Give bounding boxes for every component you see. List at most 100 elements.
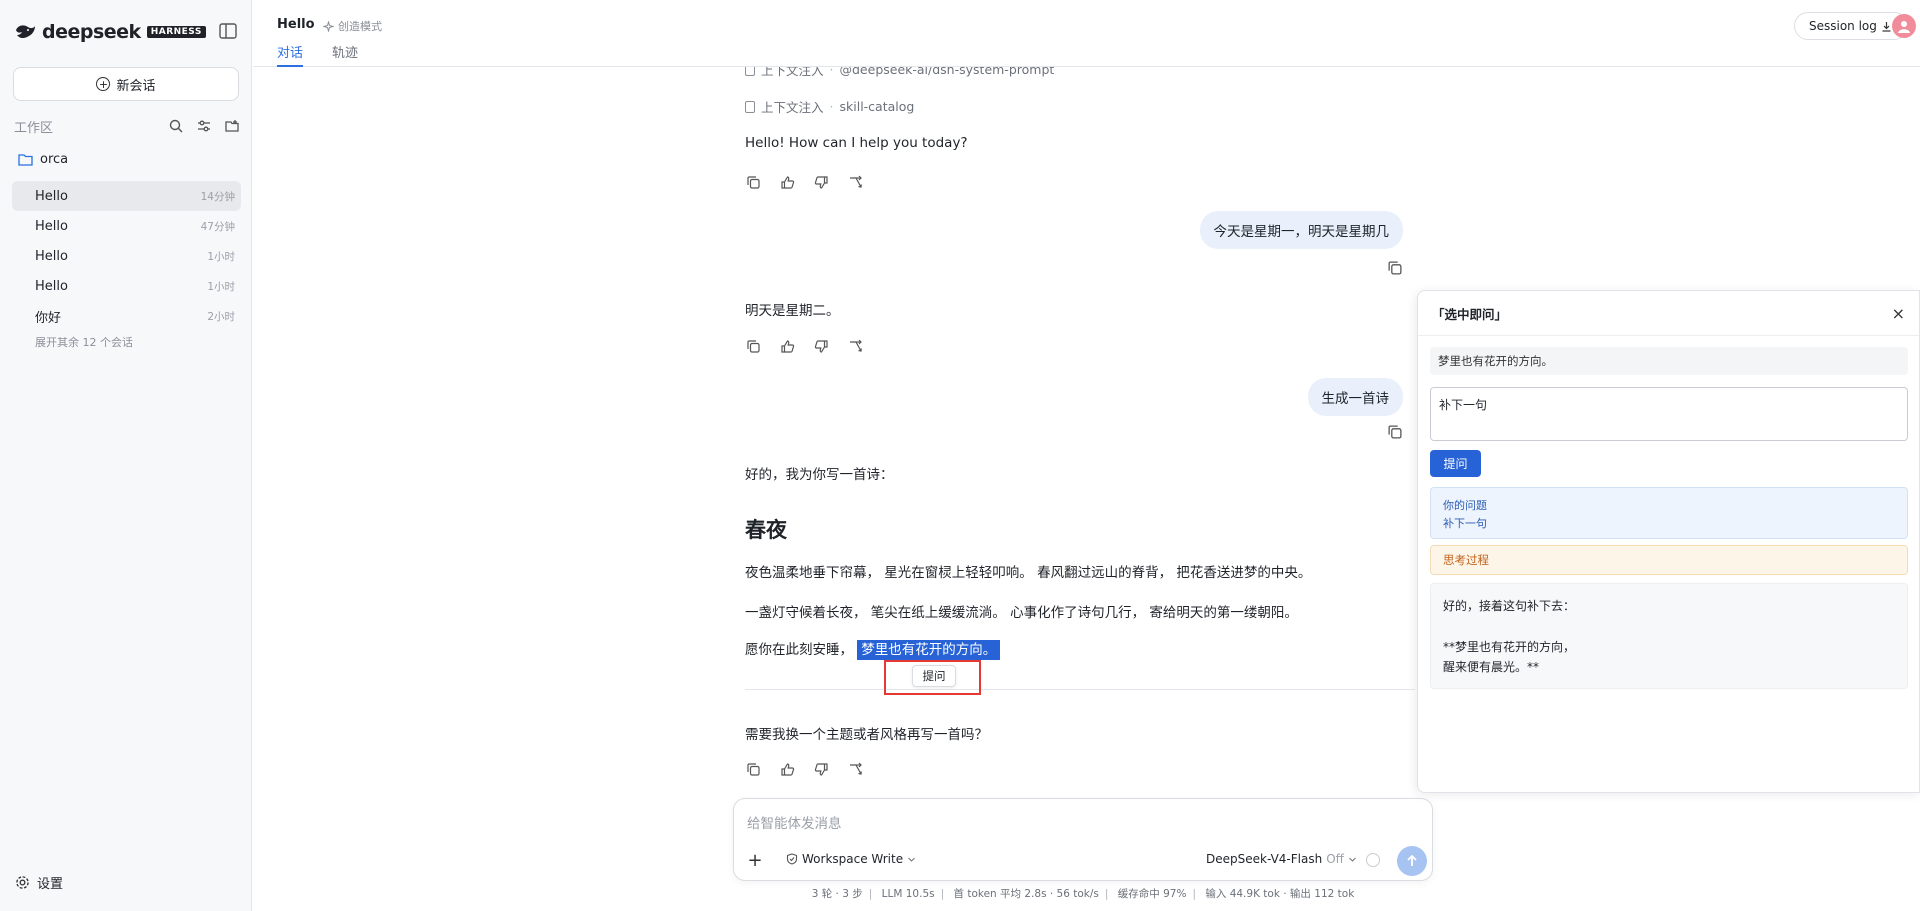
- user-message: 今天是星期一，明天是星期几: [1199, 211, 1403, 249]
- permission-label: Workspace Write: [802, 852, 904, 866]
- copy-icon[interactable]: [745, 338, 762, 355]
- tab-conversation[interactable]: 对话: [277, 42, 304, 67]
- inject-source: @deepseek-ai/dsh-system-prompt: [839, 67, 1055, 77]
- session-item[interactable]: Hello 14分钟: [12, 181, 241, 211]
- branch-icon[interactable]: [847, 174, 864, 191]
- session-log-button[interactable]: Session log: [1794, 12, 1908, 40]
- new-chat-label: 新会话: [116, 78, 156, 94]
- inject-label: 上下文注入: [761, 100, 824, 115]
- thumbs-down-icon[interactable]: [813, 338, 830, 355]
- settings-label: 设置: [37, 877, 64, 892]
- ask-submit-button[interactable]: 提问: [1430, 450, 1481, 477]
- context-inject-row: 上下文注入 · skill-catalog: [745, 97, 914, 116]
- add-attachment-icon[interactable]: +: [743, 848, 767, 872]
- project-orca[interactable]: orca: [18, 152, 68, 167]
- answer-line: 好的，接着这句补下去：: [1443, 599, 1576, 613]
- folder-icon: [18, 154, 33, 166]
- session-title: 你好: [35, 310, 62, 326]
- brand-name: deepseek: [42, 21, 141, 43]
- plus-circle-icon: +: [96, 77, 111, 91]
- page-title: Hello: [277, 17, 315, 32]
- message-actions: [745, 761, 864, 778]
- top-bar: Hello 创造模式 对话 轨迹 Session log: [253, 0, 1920, 67]
- thumbs-up-icon[interactable]: [779, 174, 796, 191]
- avatar[interactable]: [1892, 14, 1916, 38]
- download-icon: [1882, 21, 1891, 32]
- project-name: orca: [40, 152, 69, 167]
- answer-card: 好的，接着这句补下去： **梦里也有花开的方向， 醒来便有晨光。**: [1430, 583, 1908, 689]
- message-actions: [745, 338, 864, 355]
- assistant-message: Hello! How can I help you today?: [745, 135, 968, 151]
- quoted-selection: 梦里也有花开的方向。: [1430, 347, 1908, 375]
- inject-label: 上下文注入: [761, 67, 824, 78]
- search-icon[interactable]: [168, 118, 184, 134]
- close-icon[interactable]: ×: [1892, 304, 1905, 323]
- session-time: 1小时: [207, 280, 235, 293]
- brand[interactable]: deepseek HARNESS: [14, 20, 206, 44]
- session-title: Hello: [35, 218, 68, 234]
- sidebar-toggle-icon[interactable]: [218, 22, 238, 40]
- thumbs-down-icon[interactable]: [813, 761, 830, 778]
- your-question-label: 你的问题: [1443, 499, 1487, 512]
- composer: 给智能体发消息 + Workspace Write DeepSeek-V4-Fl…: [733, 798, 1433, 881]
- copy-icon[interactable]: [1387, 260, 1403, 276]
- settings-button[interactable]: 设置: [15, 873, 63, 892]
- inject-source: skill-catalog: [839, 99, 915, 114]
- select-to-ask-panel: 「选中即问」 × 梦里也有花开的方向。 补下一句 提问 你的问题 补下一句 思考…: [1417, 290, 1920, 793]
- session-item[interactable]: 你好 2小时: [12, 301, 241, 331]
- sparkle-icon: [323, 20, 334, 32]
- document-icon: [745, 100, 755, 113]
- chevron-down-icon: [908, 857, 915, 862]
- thinking-process-toggle[interactable]: 思考过程: [1430, 545, 1908, 575]
- new-chat-button[interactable]: + 新会话: [13, 67, 239, 101]
- workspace-header: 工作区: [14, 116, 240, 136]
- status-cache: 缓存命中 97%: [1117, 888, 1187, 900]
- session-item[interactable]: Hello 47分钟: [12, 211, 241, 241]
- assistant-message-intro: 好的，我为你写一首诗：: [745, 467, 894, 483]
- poem-stanza: 夜色温柔地垂下帘幕， 星光在窗棂上轻轻叩响。 春风翻过远山的脊背， 把花香送进梦…: [745, 565, 1312, 581]
- chevron-down-icon: [1349, 857, 1356, 862]
- answer-line: **梦里也有花开的方向，: [1443, 639, 1576, 654]
- filter-sliders-icon[interactable]: [196, 118, 212, 134]
- message-input[interactable]: 给智能体发消息: [747, 812, 842, 832]
- new-folder-icon[interactable]: [224, 118, 240, 134]
- status-bar: 3 轮 · 3 步 | LLM 10.5s | 首 token 平均 2.8s · …: [811, 888, 1355, 900]
- whale-logo-icon: [16, 25, 35, 39]
- panel-header: 「选中即问」 ×: [1418, 291, 1919, 336]
- panel-title: 「选中即问」: [1432, 306, 1508, 322]
- sidebar: deepseek HARNESS + 新会话 工作区 orca Hello 14…: [0, 0, 252, 911]
- thumbs-up-icon[interactable]: [779, 761, 796, 778]
- model-select[interactable]: DeepSeek-V4-Flash Off: [1206, 852, 1357, 866]
- your-question-card: 你的问题 补下一句: [1430, 487, 1908, 539]
- permission-select[interactable]: Workspace Write: [786, 852, 916, 866]
- copy-icon[interactable]: [1387, 424, 1403, 440]
- document-icon: [745, 67, 755, 76]
- session-title: Hello: [35, 188, 68, 204]
- send-button[interactable]: [1397, 846, 1427, 876]
- copy-icon[interactable]: [745, 761, 762, 778]
- copy-icon[interactable]: [745, 174, 762, 191]
- branch-icon[interactable]: [847, 761, 864, 778]
- thumbs-up-icon[interactable]: [779, 338, 796, 355]
- mode-toggle[interactable]: 创造模式: [323, 18, 382, 34]
- shield-icon: [786, 853, 798, 865]
- model-label: DeepSeek-V4-Flash: [1206, 852, 1323, 866]
- thumbs-down-icon[interactable]: [813, 174, 830, 191]
- selected-text[interactable]: 梦里也有花开的方向。: [857, 640, 1001, 660]
- status-turns: 3 轮 · 3 步: [811, 888, 863, 900]
- chat-thread: 上下文注入 · @deepseek-ai/dsh-system-prompt 上…: [745, 67, 1415, 787]
- session-item[interactable]: Hello 1小时: [12, 271, 241, 301]
- divider: [745, 689, 1415, 690]
- question-input[interactable]: 补下一句: [1430, 387, 1908, 441]
- answer-line: 醒来便有晨光。**: [1443, 660, 1540, 674]
- session-time: 1小时: [207, 250, 235, 263]
- session-title: Hello: [35, 278, 68, 294]
- branch-icon[interactable]: [847, 338, 864, 355]
- arrow-up-icon: [1407, 854, 1417, 866]
- expand-more-sessions-link[interactable]: 展开其余 12 个会话: [35, 334, 133, 350]
- session-time: 2小时: [207, 310, 235, 323]
- session-item[interactable]: Hello 1小时: [12, 241, 241, 271]
- user-message: 生成一首诗: [1307, 378, 1403, 416]
- tab-trajectory[interactable]: 轨迹: [332, 42, 358, 67]
- session-title: Hello: [35, 248, 68, 264]
